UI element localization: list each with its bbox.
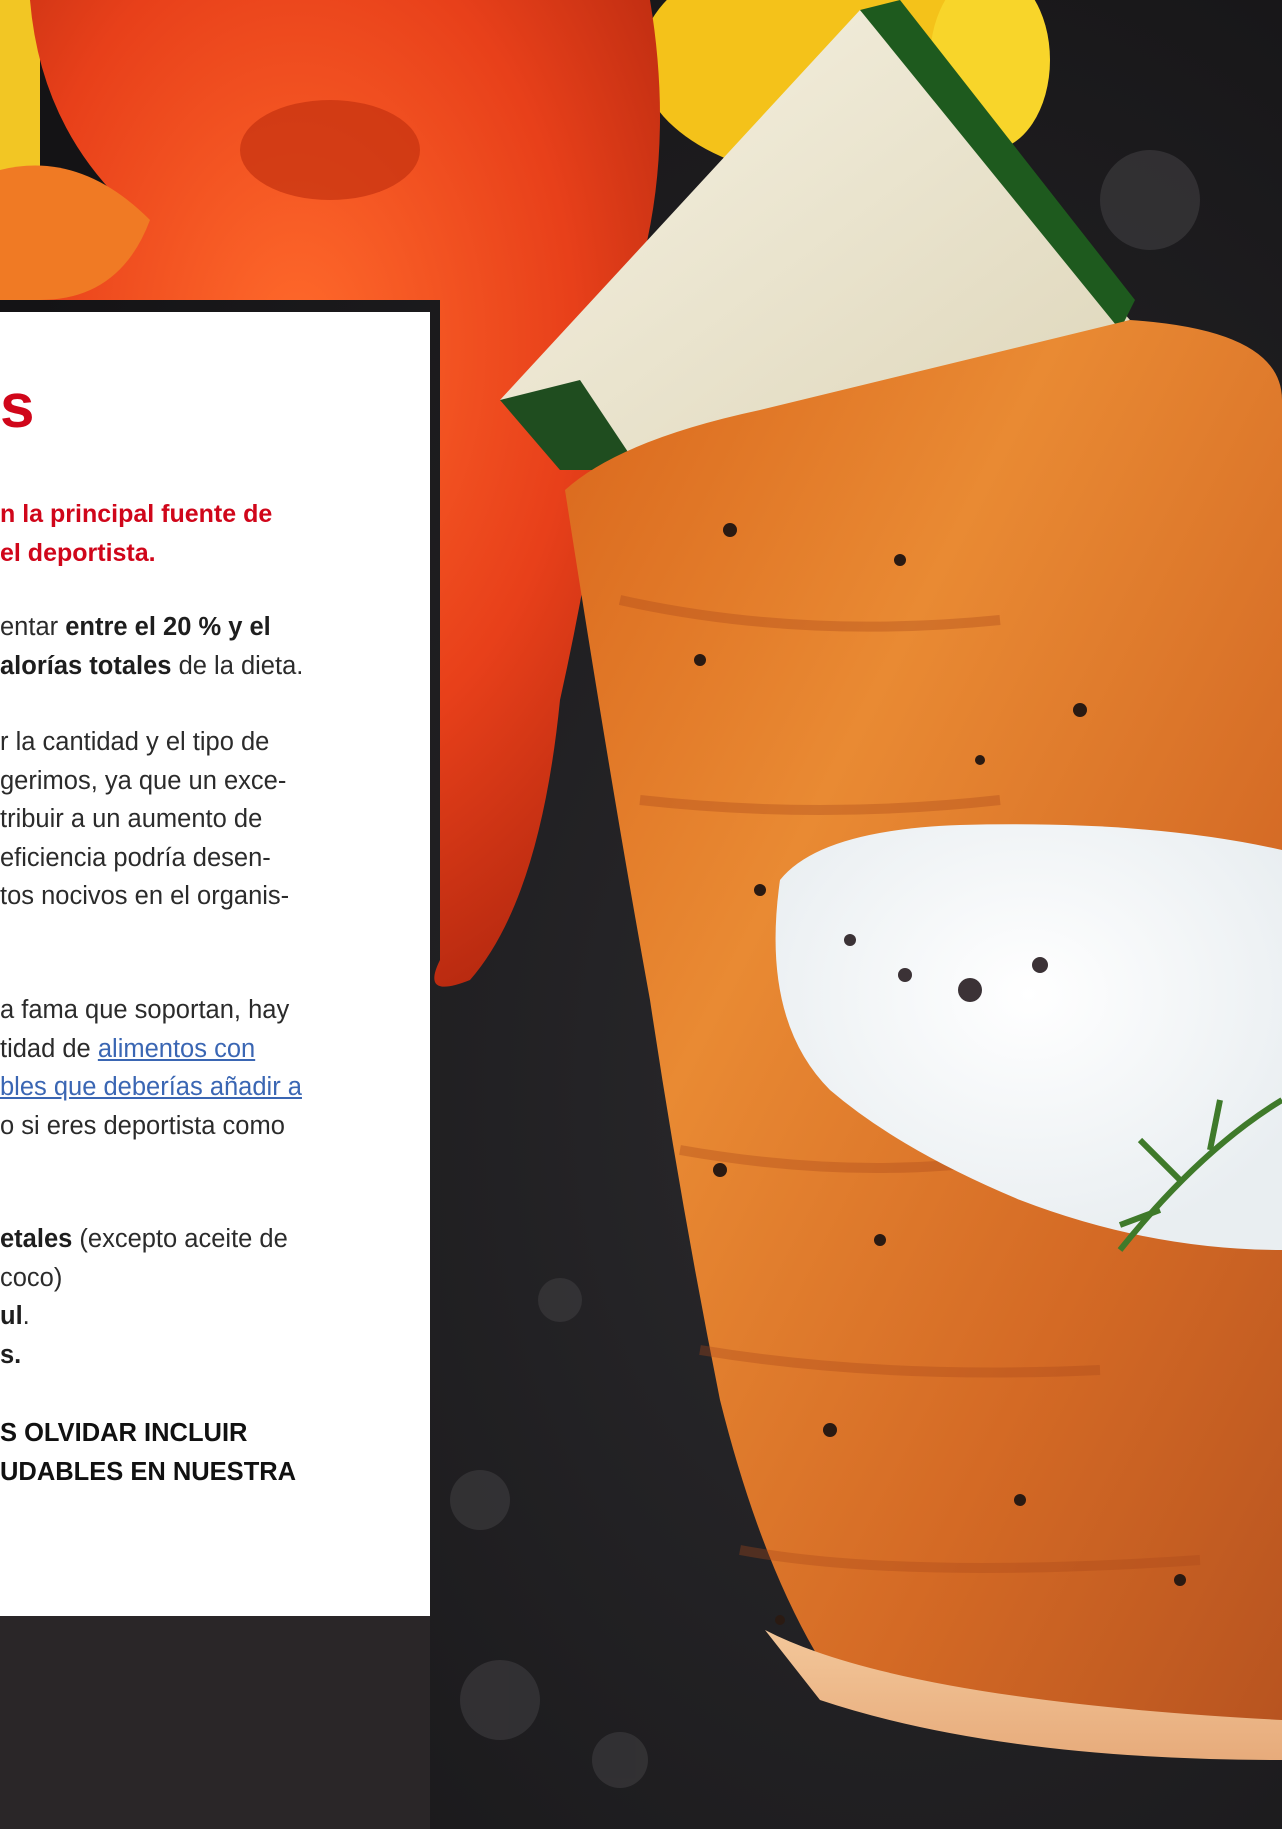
paragraph-calories: entar entre el 20 % y el alorías totales… [0, 608, 370, 685]
cta-line-2: UDABLES EN NUESTRA [0, 1458, 297, 1486]
list-item-3-text: . [22, 1302, 30, 1330]
closing-callout: S OLVIDAR INCLUIR UDABLES EN NUESTRA [0, 1414, 340, 1492]
p1-bold-2: alorías totales [0, 651, 172, 680]
cta-line-1: S OLVIDAR INCLUIR [0, 1419, 248, 1447]
nutrition-text-card: s n la principal fuente de el deportista… [0, 312, 430, 1616]
p2-line: tos nocivos en el organis- [0, 882, 290, 910]
foods-list: etales (excepto aceite de coco) ul. s. [0, 1220, 370, 1374]
lead-line-1: n la principal fuente de [0, 500, 273, 528]
section-title: s [0, 372, 34, 441]
p1-text-1: entar [0, 613, 66, 641]
list-item-4-bold: s. [0, 1340, 22, 1369]
p3-line-1: a fama que soportan, hay [0, 996, 290, 1024]
lead-line-2: el deportista. [0, 539, 156, 567]
paragraph-foods: a fama que soportan, hay tidad de alimen… [0, 991, 370, 1145]
list-item-2-text: coco) [0, 1263, 63, 1292]
p2-line: gerimos, ya que un exce- [0, 766, 287, 795]
list-item-1-bold: etales [0, 1225, 73, 1253]
list-item-1-text: (excepto aceite de [72, 1225, 288, 1253]
foods-link-line-2[interactable]: bles que deberías añadir a [0, 1073, 302, 1101]
lead-text: n la principal fuente de el deportista. [0, 495, 340, 573]
paragraph-quantity: r la cantidad y el tipo de gerimos, ya q… [0, 723, 370, 916]
p1-text-2: de la dieta. [171, 651, 304, 680]
p2-line: eficiencia podría desen- [0, 843, 271, 872]
p2-line: r la cantidad y el tipo de [0, 728, 270, 756]
list-item-3-bold: ul [0, 1302, 23, 1330]
p2-line: tribuir a un aumento de [0, 805, 263, 833]
p3-line-2: tidad de [0, 1034, 98, 1063]
foods-link-line-1[interactable]: alimentos con [98, 1035, 255, 1063]
p1-bold-1: entre el 20 % y el [65, 613, 271, 641]
p3-line-4: o si eres deportista como [0, 1111, 285, 1140]
